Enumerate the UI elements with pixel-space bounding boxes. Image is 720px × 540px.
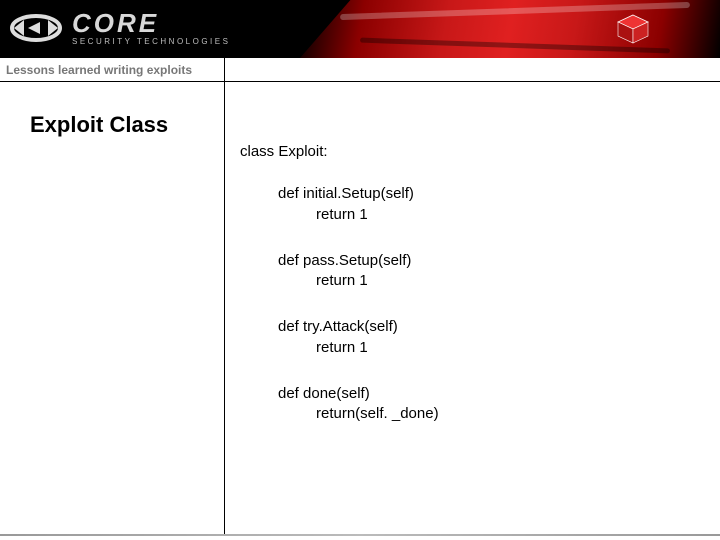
code-def: def done(self) return(self. _done) (278, 384, 439, 425)
code-def-ret: return 1 (316, 338, 439, 358)
code-def-sig: def done(self) (278, 384, 439, 404)
code-block: class Exploit: def initial.Setup(self) r… (240, 142, 439, 450)
vertical-divider (224, 58, 225, 534)
code-def: def try.Attack(self) return 1 (278, 317, 439, 358)
code-def-ret: return 1 (316, 205, 439, 225)
slide-content: Exploit Class class Exploit: def initial… (0, 82, 720, 540)
slide-header: CORE SECURITY TECHNOLOGIES (0, 0, 720, 58)
brand-name: CORE (72, 10, 230, 36)
brand-subtitle: SECURITY TECHNOLOGIES (72, 38, 230, 46)
slide-title: Exploit Class (30, 112, 168, 138)
footer-divider (0, 534, 720, 536)
code-def-sig: def initial.Setup(self) (278, 184, 439, 204)
breadcrumb: Lessons learned writing exploits (6, 63, 192, 77)
code-def-ret: return 1 (316, 271, 439, 291)
header-swoosh-graphic (300, 0, 720, 58)
code-def: def pass.Setup(self) return 1 (278, 251, 439, 292)
brand-mark-icon (10, 8, 62, 48)
code-def-ret: return(self. _done) (316, 404, 439, 424)
code-class-decl: class Exploit: (240, 142, 439, 162)
code-def: def initial.Setup(self) return 1 (278, 184, 439, 225)
breadcrumb-bar: Lessons learned writing exploits (0, 58, 720, 82)
brand-logo: CORE SECURITY TECHNOLOGIES (10, 8, 230, 48)
code-def-sig: def try.Attack(self) (278, 317, 439, 337)
cube-icon (616, 14, 650, 49)
code-def-sig: def pass.Setup(self) (278, 251, 439, 271)
